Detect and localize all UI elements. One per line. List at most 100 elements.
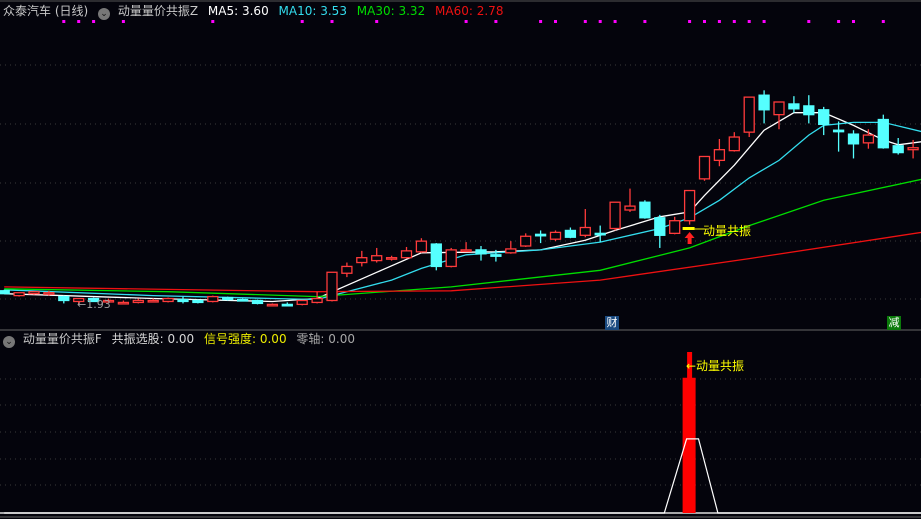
candle: [132, 298, 144, 304]
sub-indicator-name[interactable]: 动量量价共振F: [23, 332, 102, 346]
candle-body-up: [713, 149, 726, 162]
candle: [296, 299, 308, 306]
candle: [713, 138, 726, 167]
candle-body-down: [490, 254, 502, 257]
candle: [698, 155, 711, 181]
candle-body-down: [430, 243, 442, 268]
candle: [847, 130, 860, 159]
candle-body-down: [281, 303, 293, 307]
stock-title[interactable]: 众泰汽车 (日线): [3, 4, 88, 18]
candle-body-down: [564, 229, 577, 238]
candle: [222, 296, 234, 301]
candle-body-up: [266, 303, 279, 307]
candle-body-up: [311, 297, 323, 304]
candle-body-up: [624, 205, 636, 211]
candle-body-up: [400, 250, 413, 259]
candle-body-up: [743, 96, 755, 133]
signal-dot: [807, 20, 811, 23]
candle: [609, 201, 621, 231]
signal-dot: [92, 20, 96, 23]
candle: [758, 90, 770, 124]
candle-body-up: [147, 299, 159, 303]
signal-dash: [682, 227, 695, 230]
candle: [341, 262, 353, 278]
candle-body-up: [371, 255, 383, 262]
resonance-select-legend: 共振选股: 0.00: [111, 332, 195, 346]
candle-body-up: [505, 248, 517, 254]
candle: [773, 101, 785, 130]
signal-dot: [643, 20, 647, 23]
signal-dot: [77, 20, 81, 23]
candle: [192, 299, 204, 304]
candle-body-down: [654, 217, 666, 236]
candle-body-up: [698, 155, 711, 180]
signal-dot: [613, 20, 617, 23]
ma60-legend: MA60: 2.78: [435, 4, 504, 18]
candle: [415, 238, 428, 253]
candle: [207, 295, 219, 303]
candle-body-down: [639, 201, 651, 219]
candle-body-down: [803, 105, 815, 116]
dropdown-icon[interactable]: ⌄: [98, 8, 111, 20]
candle-body-up: [773, 101, 785, 116]
signal-dot: [539, 20, 543, 23]
candle: [683, 189, 696, 225]
candle: [13, 292, 25, 297]
chart-canvas: [0, 0, 921, 518]
candle: [788, 96, 800, 113]
candle: [58, 295, 70, 304]
candle-body-up: [669, 220, 681, 235]
candle: [579, 209, 591, 238]
candle: [251, 299, 264, 305]
candle: [475, 246, 487, 261]
signal-dot: [62, 20, 66, 23]
candle-body-up: [385, 257, 398, 260]
candle-body-down: [534, 233, 547, 237]
candle: [505, 241, 517, 254]
candle: [236, 298, 249, 302]
candle: [371, 247, 383, 263]
ma10-line: [4, 121, 921, 301]
candle-body-up: [356, 257, 368, 264]
candle: [877, 114, 889, 149]
candle: [162, 297, 174, 303]
candle-body-up: [520, 235, 532, 247]
candle-body-down: [788, 103, 800, 110]
ma30-legend: MA30: 3.32: [356, 4, 426, 18]
candle: [177, 296, 189, 304]
indicator-name[interactable]: 动量量价共振Z: [118, 4, 198, 18]
signal-dot: [688, 20, 692, 23]
dropdown-icon[interactable]: ⌄: [3, 336, 15, 348]
candle: [520, 233, 532, 247]
finance-badge[interactable]: 财: [605, 316, 619, 330]
candle-body-up: [609, 201, 621, 230]
signal-bar-spike: [687, 352, 693, 513]
signal-dot: [211, 20, 215, 23]
candle-body-up: [132, 299, 144, 304]
ma5-line: [4, 112, 921, 303]
candle: [28, 291, 40, 295]
candle-body-up: [117, 301, 130, 305]
candle: [0, 289, 10, 295]
strength-line: [4, 438, 921, 514]
candle-body-down: [0, 290, 10, 295]
candle-body-up: [415, 240, 428, 253]
candle-body-up: [907, 147, 919, 151]
signal-dot: [330, 20, 334, 23]
candle-body-up: [549, 231, 562, 240]
candle: [534, 230, 547, 244]
sub-signal-label: ←动量共振: [686, 359, 745, 373]
candle: [266, 303, 279, 307]
candle-body-up: [326, 271, 338, 302]
candle: [594, 225, 606, 243]
candle-body-down: [818, 109, 830, 126]
signal-dot: [494, 20, 498, 23]
candle-body-up: [445, 249, 457, 268]
reduce-badge[interactable]: 减: [887, 316, 901, 330]
candle: [862, 129, 875, 149]
candle-body-up: [43, 292, 55, 295]
candle: [549, 230, 562, 242]
candle-body-up: [13, 292, 25, 297]
signal-dot: [121, 20, 125, 23]
candle: [460, 242, 472, 253]
